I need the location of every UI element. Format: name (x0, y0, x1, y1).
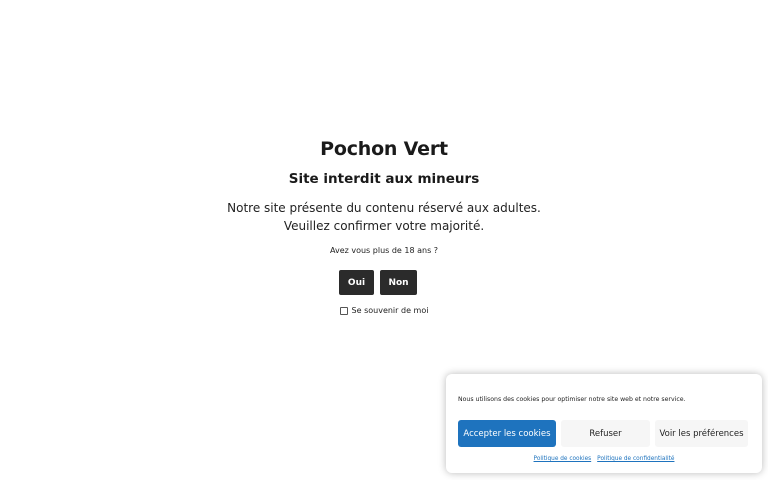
cookie-consent-banner: Nous utilisons des cookies pour optimise… (446, 374, 762, 473)
accept-cookies-button[interactable]: Accepter les cookies (458, 420, 556, 447)
cookie-buttons: Accepter les cookies Refuser Voir les pr… (458, 420, 748, 447)
site-title: Pochon Vert (320, 138, 448, 160)
age-answer-buttons: Oui Non (0, 270, 768, 295)
view-preferences-button[interactable]: Voir les préférences (655, 420, 748, 447)
yes-button[interactable]: Oui (339, 270, 374, 295)
cookie-policy-link[interactable]: Politique de cookies (534, 456, 592, 462)
age-gate-description-line1: Notre site présente du contenu réservé a… (227, 201, 541, 215)
cookie-message: Nous utilisons des cookies pour optimise… (458, 396, 686, 403)
age-gate-description: Notre site présente du contenu réservé a… (0, 199, 768, 235)
age-gate-description-line2: Veuillez confirmer votre majorité. (283, 219, 485, 233)
refuse-cookies-button[interactable]: Refuser (561, 420, 650, 447)
remember-me-label[interactable]: Se souvenir de moi (352, 306, 429, 315)
cookie-policy-links: Politique de cookies Politique de confid… (446, 456, 762, 462)
remember-me-checkbox[interactable] (339, 306, 348, 315)
age-gate-heading: Site interdit aux mineurs (288, 171, 480, 187)
no-button[interactable]: Non (380, 270, 417, 295)
remember-me-option[interactable]: Se souvenir de moi (0, 306, 768, 315)
privacy-policy-link[interactable]: Politique de confidentialité (597, 456, 674, 462)
age-question: Avez vous plus de 18 ans ? (329, 246, 439, 255)
